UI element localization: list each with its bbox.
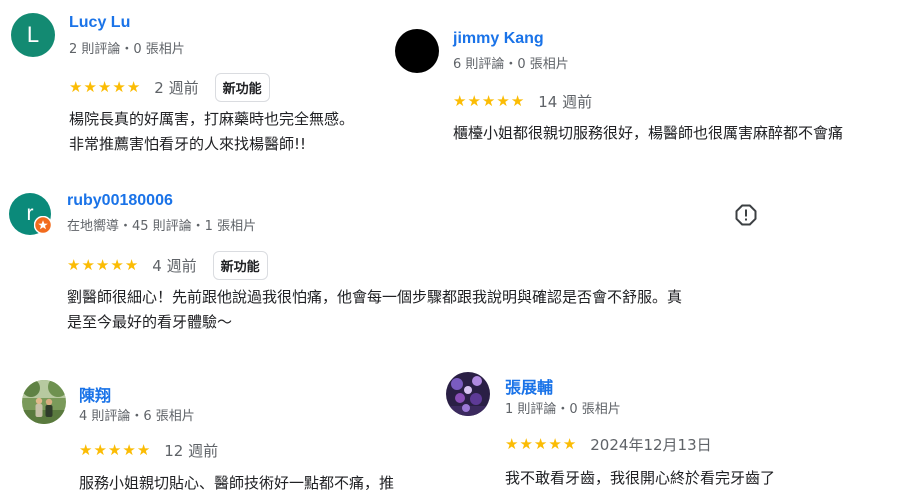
star-icon: ★ [481, 92, 496, 110]
review-card: 張展輔 1 則評論・0 張相片 ★ ★ ★ ★ ★ 2024年12月13日 我不敢看牙齒… [440, 370, 900, 503]
reviewer-meta: 6 則評論・0 張相片 [453, 57, 569, 72]
star-icon: ★ [126, 78, 141, 96]
star-icon: ★ [519, 435, 533, 453]
new-feature-badge[interactable]: 新功能 [212, 251, 268, 280]
star-icon: ★ [81, 256, 95, 274]
rating-row: ★ ★ ★ ★ ★ 12 週前 [79, 440, 218, 461]
reviewer-name[interactable]: ruby00180006 [67, 192, 173, 210]
star-icon: ★ [453, 92, 467, 110]
reviewer-name[interactable]: 張展輔 [505, 374, 553, 398]
review-text: 劉醫師很細心！先前跟他說過我很怕痛，他會每一個步驟都跟我說明與確認是否會不舒服。… [67, 288, 683, 331]
reviewer-name[interactable]: Lucy Lu [69, 14, 130, 32]
review-time: 2024年12月13日 [590, 436, 712, 454]
rating-row: ★ ★ ★ ★ ★ 2 週前 新功能 [69, 73, 270, 102]
star-icon: ★ [112, 78, 126, 96]
star-icon: ★ [136, 441, 151, 459]
avatar[interactable] [22, 380, 66, 424]
review-text: 我不敢看牙齒，我很開心終於看完牙齒了 [505, 469, 776, 487]
review-card: jimmy Kang 6 則評論・0 張相片 ★ ★ ★ ★ ★ 14 週前 櫃檯小姐都… [380, 0, 900, 170]
review-time: 4 週前 [152, 257, 197, 275]
new-feature-badge[interactable]: 新功能 [214, 73, 270, 102]
star-icon: ★ [122, 441, 136, 459]
review-card: r ruby00180006 在地嚮導・45 則評論・1 張相片 ★ ★ ★ ★ ★ 4… [0, 180, 900, 350]
report-icon[interactable] [734, 203, 758, 227]
star-rating: ★ ★ ★ ★ ★ [69, 80, 140, 95]
reviewer-meta: 1 則評論・0 張相片 [505, 402, 621, 417]
reviewer-name[interactable]: jimmy Kang [453, 30, 544, 48]
star-rating: ★ ★ ★ ★ ★ [67, 258, 138, 273]
star-icon: ★ [510, 92, 525, 110]
star-icon: ★ [533, 435, 548, 453]
star-icon: ★ [562, 435, 577, 453]
star-icon: ★ [505, 435, 519, 453]
review-time: 12 週前 [164, 442, 219, 460]
star-rating: ★ ★ ★ ★ ★ [453, 94, 524, 109]
star-icon: ★ [83, 78, 97, 96]
reviewer-name[interactable]: 陳翔 [79, 382, 111, 406]
star-icon: ★ [124, 256, 139, 274]
avatar-photo [446, 372, 490, 416]
review-text: 楊院長真的好厲害，打麻藥時也完全無感。 非常推薦害怕看牙的人來找楊醫師!! [69, 110, 355, 153]
reviewer-meta: 在地嚮導・45 則評論・1 張相片 [67, 219, 257, 234]
star-icon: ★ [67, 256, 81, 274]
star-icon: ★ [110, 256, 124, 274]
review-text: 櫃檯小姐都很親切服務很好，楊醫師也很厲害麻醉都不會痛 [453, 124, 844, 142]
review-card: 陳翔 4 則評論・6 張相片 ★ ★ ★ ★ ★ 12 週前 服務小姐親切貼心、醫師技術… [0, 370, 440, 503]
rating-row: ★ ★ ★ ★ ★ 2024年12月13日 [505, 434, 712, 455]
star-icon: ★ [69, 78, 83, 96]
reviewer-meta: 4 則評論・6 張相片 [79, 409, 195, 424]
reviewer-meta: 2 則評論・0 張相片 [69, 42, 185, 57]
rating-row: ★ ★ ★ ★ ★ 4 週前 新功能 [67, 251, 268, 280]
avatar[interactable] [395, 29, 439, 73]
review-time: 2 週前 [154, 79, 199, 97]
star-icon: ★ [548, 435, 562, 453]
star-rating: ★ ★ ★ ★ ★ [505, 437, 576, 452]
review-card: L Lucy Lu 2 則評論・0 張相片 ★ ★ ★ ★ ★ 2 週前 新功能 楊院長… [0, 0, 420, 170]
star-icon: ★ [93, 441, 107, 459]
star-icon: ★ [467, 92, 481, 110]
rating-row: ★ ★ ★ ★ ★ 14 週前 [453, 91, 592, 112]
star-icon: ★ [97, 78, 112, 96]
avatar[interactable] [446, 372, 490, 416]
review-time: 14 週前 [538, 93, 593, 111]
review-text: 服務小姐親切貼心、醫師技術好一點都不痛，推 [79, 474, 395, 492]
local-guide-star-icon [34, 216, 52, 234]
star-icon: ★ [496, 92, 510, 110]
star-icon: ★ [79, 441, 93, 459]
star-rating: ★ ★ ★ ★ ★ [79, 443, 150, 458]
avatar-photo [22, 380, 66, 424]
star-icon: ★ [107, 441, 122, 459]
star-icon: ★ [95, 256, 110, 274]
avatar[interactable]: L [11, 13, 55, 57]
